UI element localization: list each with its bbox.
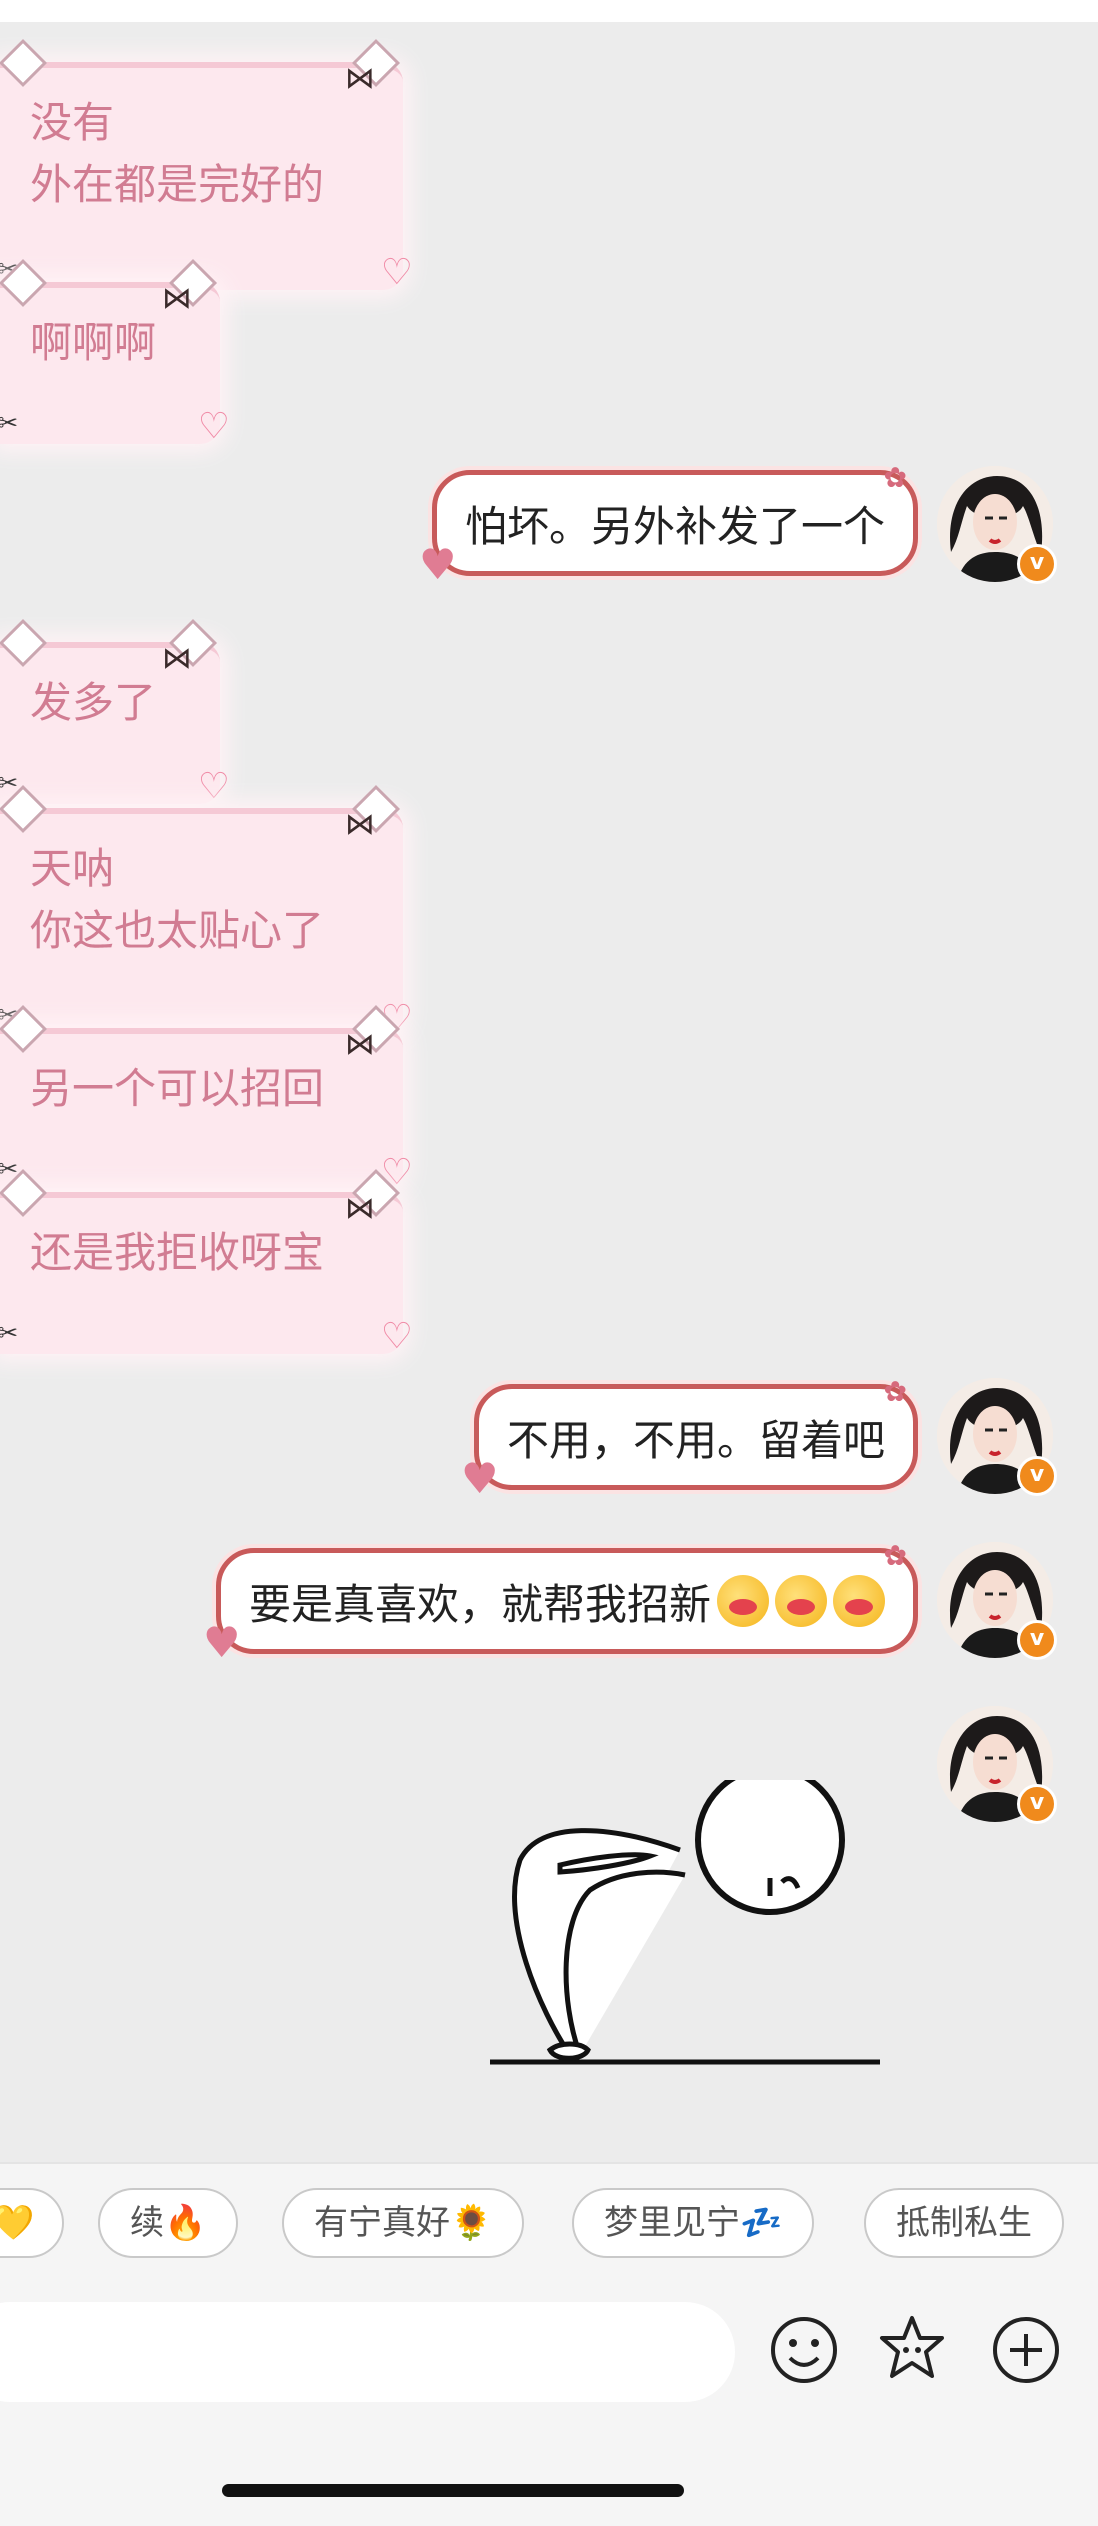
heart-icon: ♡ bbox=[380, 1316, 413, 1357]
quick-reply-chip[interactable]: 有宁真好🌻 bbox=[282, 2188, 525, 2258]
home-indicator[interactable] bbox=[222, 2484, 684, 2497]
heart-icon: ♥ bbox=[202, 1618, 241, 1667]
message-text: 要是真喜欢，就帮我招新 bbox=[248, 1579, 711, 1629]
heart-icon: ♡ bbox=[197, 406, 230, 447]
quick-reply-chip[interactable]: 抵制私生 bbox=[864, 2188, 1064, 2258]
hugging-face-emoji-icon bbox=[717, 1575, 769, 1627]
message-text: 怕坏。另外补发了一个 bbox=[464, 501, 885, 551]
verified-badge-icon: v bbox=[1017, 1784, 1057, 1824]
bow-icon: ⋈ bbox=[162, 641, 192, 676]
incoming-message[interactable]: ⋈ 还是我拒收呀宝 ♡ ✂ bbox=[0, 1168, 413, 1357]
message-text: 还是我拒收呀宝 bbox=[30, 1228, 325, 1277]
message-input[interactable] bbox=[0, 2302, 735, 2402]
verified-badge-icon: v bbox=[1017, 1456, 1057, 1496]
message-text: 另一个可以招回 bbox=[30, 1064, 325, 1113]
scissors-icon: ✂ bbox=[0, 1319, 19, 1347]
message-text: 天呐 bbox=[30, 844, 115, 893]
hugging-face-emoji-icon bbox=[775, 1575, 827, 1627]
message-text: 没有 bbox=[30, 98, 115, 147]
plus-circle-icon[interactable] bbox=[986, 2310, 1066, 2390]
message-text: 你这也太贴心了 bbox=[30, 906, 325, 955]
verified-badge-icon: v bbox=[1017, 1620, 1057, 1660]
outgoing-message[interactable]: 怕坏。另外补发了一个 ✿ ♥ bbox=[419, 461, 918, 589]
hugging-face-emoji-icon bbox=[833, 1575, 885, 1627]
quick-reply-chip[interactable]: 💛 bbox=[0, 2188, 64, 2258]
bow-icon: ⋈ bbox=[345, 1027, 375, 1062]
incoming-message[interactable]: ⋈ 啊啊啊 ♡ ✂ bbox=[0, 258, 230, 447]
status-bar-area bbox=[0, 0, 1098, 22]
smiley-icon[interactable] bbox=[764, 2310, 844, 2390]
bowing-stickman-sticker[interactable] bbox=[480, 1780, 890, 2080]
incoming-message[interactable]: ⋈ 天呐 你这也太贴心了 ♡ ✂ bbox=[0, 784, 413, 1039]
bow-icon: ⋈ bbox=[345, 61, 375, 96]
quick-reply-chip[interactable]: 续🔥 bbox=[98, 2188, 239, 2258]
heart-icon: ♡ bbox=[380, 252, 413, 293]
incoming-message[interactable]: ⋈ 没有 外在都是完好的 ♡ ✂ bbox=[0, 38, 413, 293]
verified-badge-icon: v bbox=[1017, 544, 1057, 584]
incoming-message[interactable]: ⋈ 发多了 ♡ ✂ bbox=[0, 618, 230, 807]
bow-icon: ✿ bbox=[883, 1539, 907, 1572]
message-text: 不用，不用。留着吧 bbox=[506, 1415, 885, 1465]
outgoing-message[interactable]: 要是真喜欢，就帮我招新 ✿ ♥ bbox=[203, 1539, 918, 1667]
scissors-icon: ✂ bbox=[0, 409, 19, 437]
bow-icon: ⋈ bbox=[345, 807, 375, 842]
flower-face-icon[interactable] bbox=[872, 2310, 952, 2390]
heart-icon: ♥ bbox=[460, 1454, 499, 1503]
outgoing-message[interactable]: 不用，不用。留着吧 ✿ ♥ bbox=[461, 1375, 918, 1503]
quick-reply-chip[interactable]: 梦里见宁💤 bbox=[572, 2188, 815, 2258]
bow-icon: ✿ bbox=[883, 461, 907, 494]
bow-icon: ⋈ bbox=[162, 281, 192, 316]
heart-icon: ♥ bbox=[418, 540, 457, 589]
quick-reply-bar[interactable]: 💛 续🔥 有宁真好🌻 梦里见宁💤 抵制私生 bbox=[0, 2162, 1098, 2284]
incoming-message[interactable]: ⋈ 另一个可以招回 ♡ ✂ bbox=[0, 1004, 413, 1193]
message-text: 外在都是完好的 bbox=[30, 160, 325, 209]
bow-icon: ⋈ bbox=[345, 1191, 375, 1226]
bow-icon: ✿ bbox=[883, 1375, 907, 1408]
